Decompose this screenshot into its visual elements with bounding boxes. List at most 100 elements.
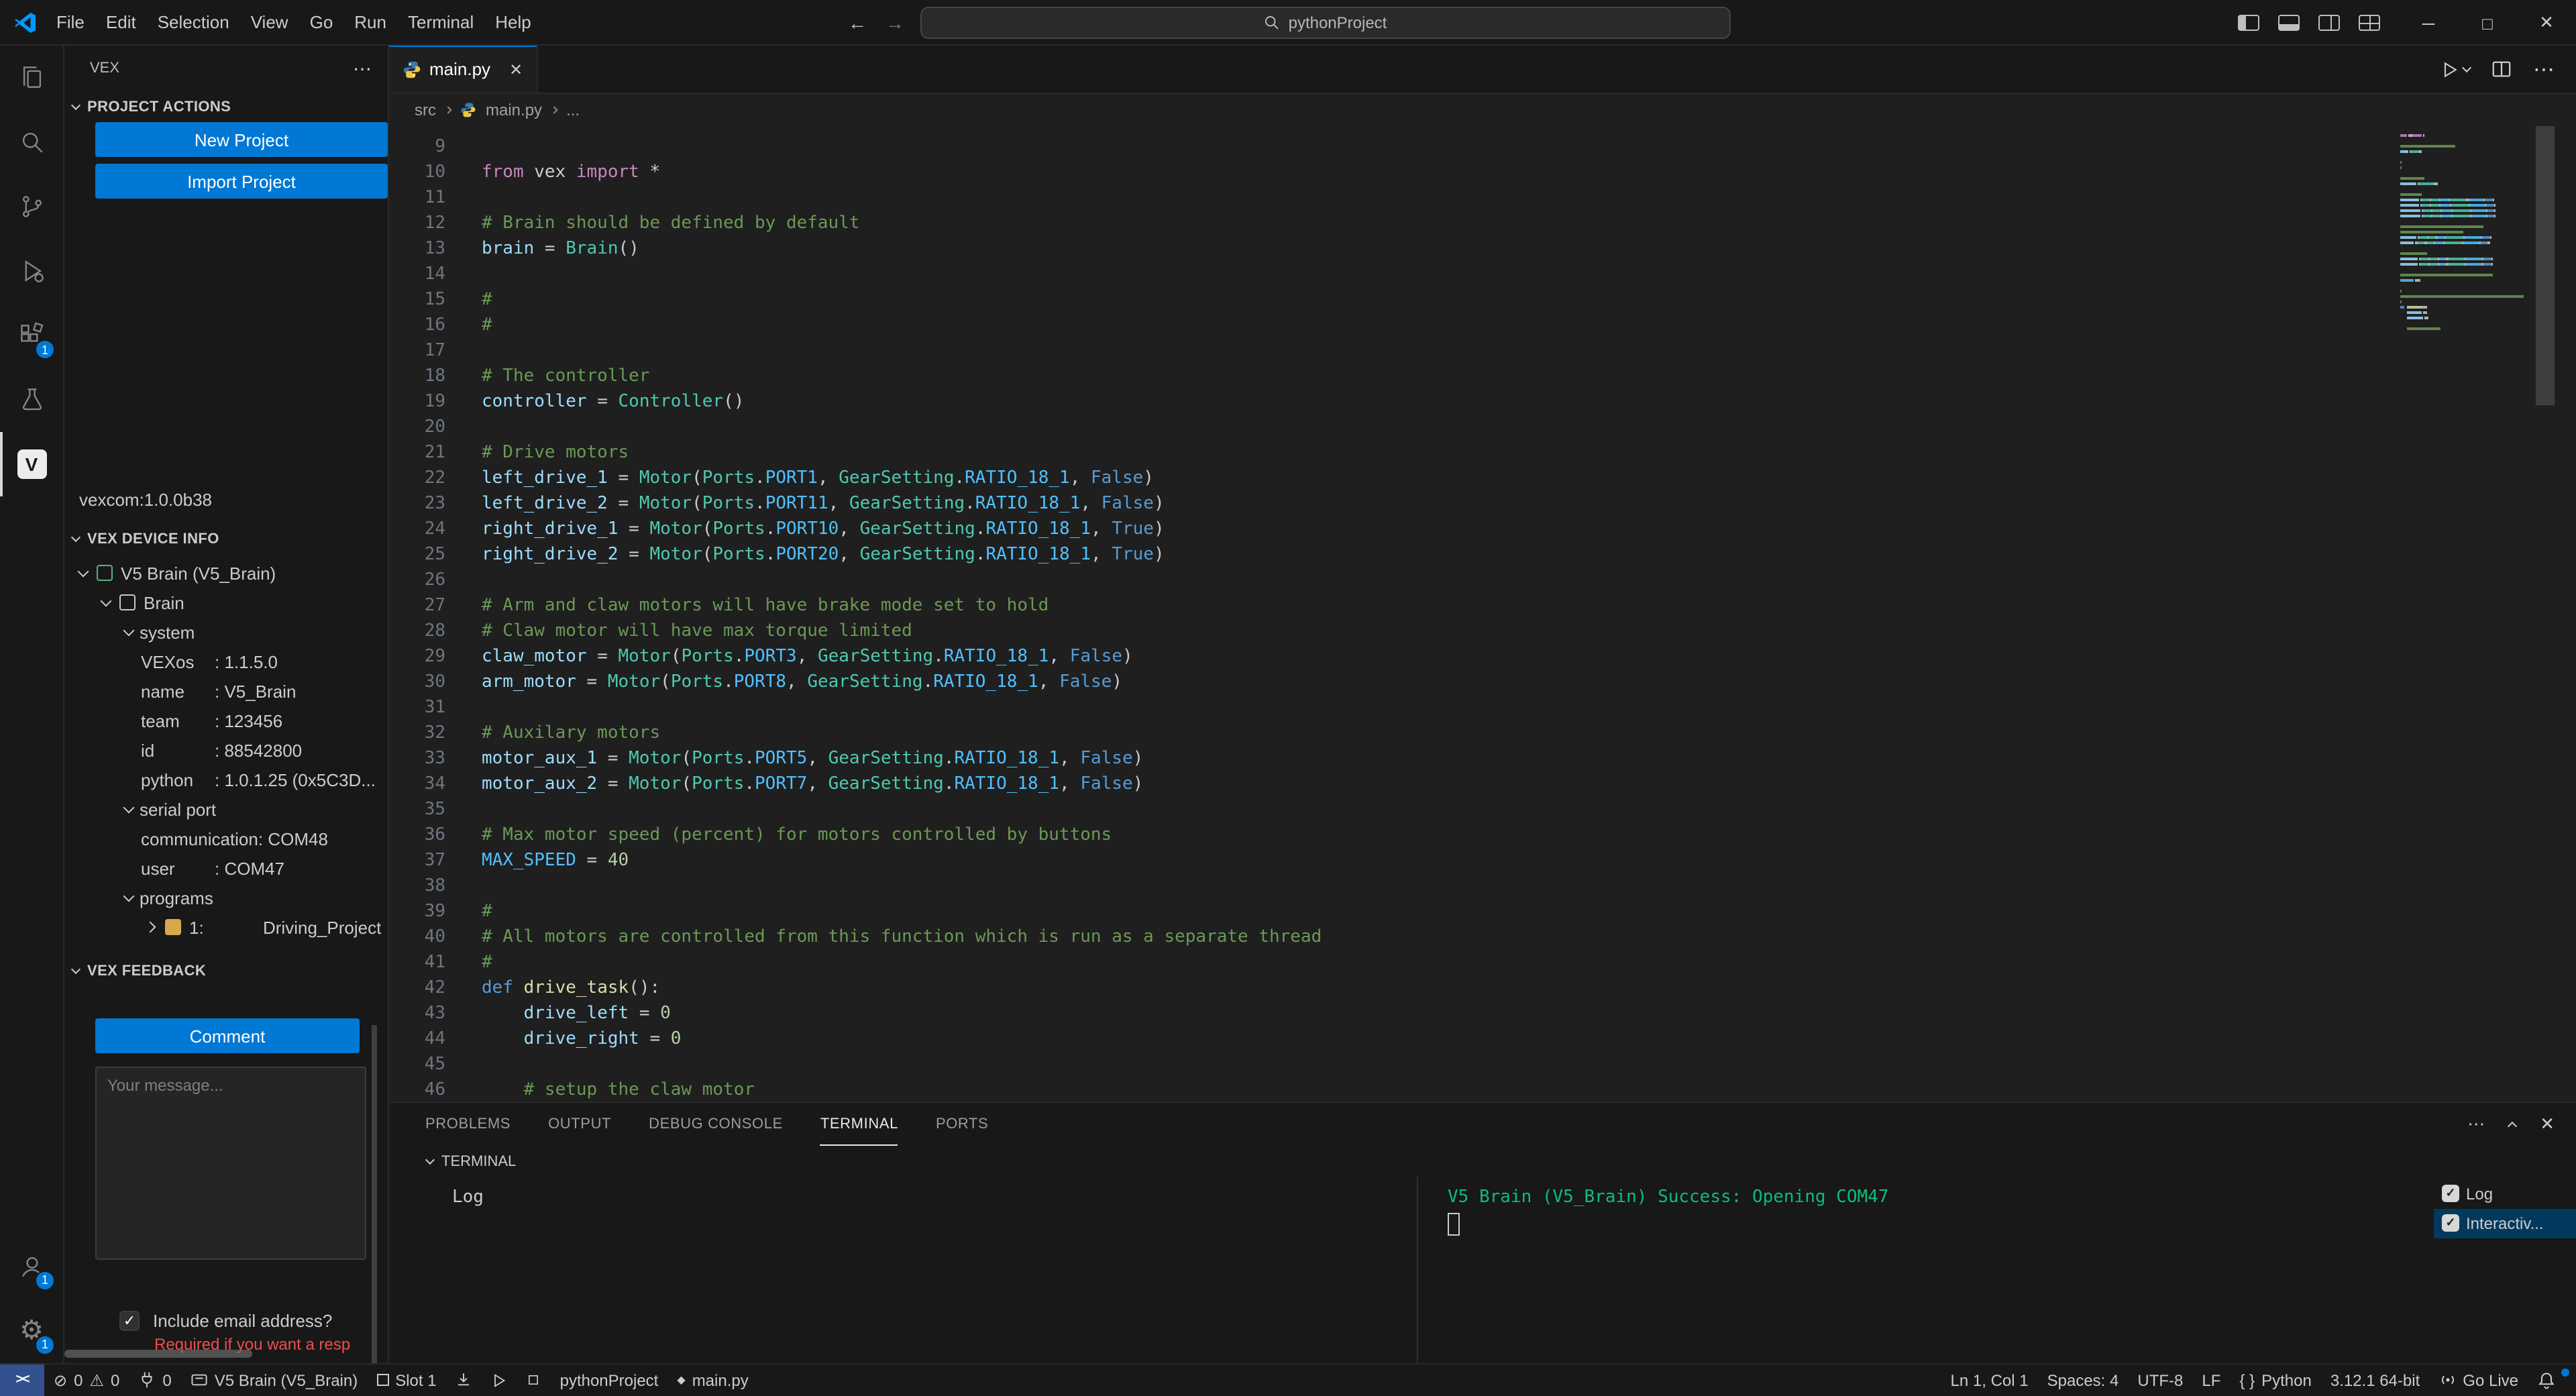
code-line[interactable]: 35 xyxy=(389,797,2388,822)
code-line[interactable]: 39# xyxy=(389,899,2388,924)
breadcrumb-file[interactable]: main.py xyxy=(486,101,542,119)
tree-item-1-0-1-25-0x5c3d[interactable]: python: 1.0.1.25 (0x5C3D... xyxy=(64,765,388,794)
code-line[interactable]: 26 xyxy=(389,568,2388,593)
menu-file[interactable]: File xyxy=(46,6,95,38)
menu-selection[interactable]: Selection xyxy=(147,6,240,38)
code-line[interactable]: 18# The controller xyxy=(389,364,2388,389)
split-editor-icon[interactable] xyxy=(2491,59,2512,79)
problems-status[interactable]: ⊘ 0 ⚠ 0 xyxy=(44,1364,129,1396)
menu-go[interactable]: Go xyxy=(299,6,344,38)
code-line[interactable]: 24right_drive_1 = Motor(Ports.PORT10, Ge… xyxy=(389,517,2388,542)
breadcrumb-src[interactable]: src xyxy=(415,101,436,119)
tree-item-serial-port[interactable]: serial port xyxy=(64,794,388,824)
tree-item-88542800[interactable]: id: 88542800 xyxy=(64,735,388,765)
terminal-pane-log[interactable]: Log xyxy=(389,1176,1417,1362)
language-mode-status[interactable]: { } Python xyxy=(2230,1371,2320,1389)
cursor-position-status[interactable]: Ln 1, Col 1 xyxy=(1941,1371,2038,1389)
vex-device-status[interactable]: V5 Brain (V5_Brain) xyxy=(181,1364,367,1396)
code-line[interactable]: 12# Brain should be defined by default xyxy=(389,211,2388,236)
code-line[interactable]: 38 xyxy=(389,873,2388,899)
more-actions-icon[interactable]: ⋯ xyxy=(2533,56,2555,83)
minimap[interactable] xyxy=(2400,127,2530,331)
code-line[interactable]: 31 xyxy=(389,695,2388,720)
back-icon[interactable]: ← xyxy=(848,12,867,34)
code-line[interactable]: 22left_drive_1 = Motor(Ports.PORT1, Gear… xyxy=(389,466,2388,491)
panel-tab-problems[interactable]: PROBLEMS xyxy=(425,1104,511,1145)
minimize-button[interactable]: ─ xyxy=(2399,0,2458,46)
code-line[interactable]: 37MAX_SPEED = 40 xyxy=(389,848,2388,873)
settings-button[interactable]: ⚙ 1 xyxy=(0,1298,63,1362)
tree-item-brain[interactable]: Brain xyxy=(64,588,388,617)
tree-item-driving-project[interactable]: 1:Driving_Project xyxy=(64,912,388,942)
more-actions-icon[interactable]: ⋯ xyxy=(353,57,372,80)
sidebar-item-search[interactable] xyxy=(0,110,63,174)
code-line[interactable]: 45 xyxy=(389,1052,2388,1077)
customize-layout-icon[interactable] xyxy=(2359,15,2380,31)
panel-tab-output[interactable]: OUTPUT xyxy=(548,1104,611,1145)
slot-status[interactable]: Slot 1 xyxy=(367,1364,445,1396)
code-line[interactable]: 9 xyxy=(389,134,2388,160)
tree-item-com48[interactable]: communication: COM48 xyxy=(64,824,388,853)
section-vex-feedback[interactable]: VEX FEEDBACK xyxy=(64,955,388,986)
code-line[interactable]: 25right_drive_2 = Motor(Ports.PORT20, Ge… xyxy=(389,542,2388,568)
sidebar-item-extensions[interactable]: 1 xyxy=(0,303,63,368)
code-editor[interactable]: 910from vex import *1112# Brain should b… xyxy=(389,126,2576,1101)
new-project-button[interactable]: New Project xyxy=(95,122,388,157)
section-vex-device-info[interactable]: VEX DEVICE INFO xyxy=(64,523,388,554)
terminal-list-item-log[interactable]: ✓Log xyxy=(2434,1179,2576,1208)
more-actions-icon[interactable]: ⋯ xyxy=(2467,1114,2485,1135)
panel-tab-ports[interactable]: PORTS xyxy=(936,1104,988,1145)
forward-icon[interactable]: → xyxy=(885,12,904,34)
sidebar-item-testing[interactable] xyxy=(0,368,63,432)
tab-main-py[interactable]: main.py ✕ xyxy=(389,46,537,93)
sidebar-item-source-control[interactable] xyxy=(0,174,63,239)
code-line[interactable]: 33motor_aux_1 = Motor(Ports.PORT5, GearS… xyxy=(389,746,2388,771)
command-center-search[interactable]: pythonProject xyxy=(920,7,1731,39)
tree-item-1-1-5-0[interactable]: VEXos: 1.1.5.0 xyxy=(64,647,388,676)
remote-indicator[interactable]: >< xyxy=(0,1364,44,1396)
code-line[interactable]: 43 drive_left = 0 xyxy=(389,1001,2388,1026)
maximize-panel-icon[interactable] xyxy=(2508,1122,2517,1131)
feedback-message-input[interactable] xyxy=(95,1067,366,1260)
notifications-button[interactable] xyxy=(2528,1371,2565,1389)
menu-view[interactable]: View xyxy=(240,6,299,38)
tree-item-v5-brain[interactable]: name: V5_Brain xyxy=(64,676,388,706)
tree-item-system[interactable]: system xyxy=(64,617,388,647)
ports-status[interactable]: 0 xyxy=(129,1364,180,1396)
go-live-status[interactable]: Go Live xyxy=(2429,1371,2528,1389)
active-file-status[interactable]: ◆ main.py xyxy=(667,1364,757,1396)
code-line[interactable]: 15# xyxy=(389,287,2388,313)
import-project-button[interactable]: Import Project xyxy=(95,164,388,199)
close-icon[interactable]: ✕ xyxy=(509,60,523,78)
panel-tab-terminal[interactable]: TERMINAL xyxy=(820,1104,898,1145)
code-line[interactable]: 23left_drive_2 = Motor(Ports.PORT11, Gea… xyxy=(389,491,2388,517)
eol-status[interactable]: LF xyxy=(2192,1371,2230,1389)
code-line[interactable]: 36# Max motor speed (percent) for motors… xyxy=(389,822,2388,848)
code-line[interactable]: 13brain = Brain() xyxy=(389,236,2388,262)
python-interpreter-status[interactable]: 3.12.1 64-bit xyxy=(2321,1371,2429,1389)
code-line[interactable]: 41# xyxy=(389,950,2388,975)
close-panel-icon[interactable]: ✕ xyxy=(2540,1114,2555,1135)
menu-run[interactable]: Run xyxy=(343,6,397,38)
run-program-button[interactable] xyxy=(482,1364,517,1396)
code-line[interactable]: 28# Claw motor will have max torque limi… xyxy=(389,619,2388,644)
project-name-status[interactable]: pythonProject xyxy=(551,1364,668,1396)
encoding-status[interactable]: UTF-8 xyxy=(2128,1371,2192,1389)
code-line[interactable]: 44 drive_right = 0 xyxy=(389,1026,2388,1052)
tree-item-v5-brain-v5-brain[interactable]: V5 Brain (V5_Brain) xyxy=(64,558,388,588)
code-line[interactable]: 30arm_motor = Motor(Ports.PORT8, GearSet… xyxy=(389,669,2388,695)
indentation-status[interactable]: Spaces: 4 xyxy=(2038,1371,2129,1389)
stop-program-button[interactable] xyxy=(517,1364,551,1396)
code-line[interactable]: 34motor_aux_2 = Motor(Ports.PORT7, GearS… xyxy=(389,771,2388,797)
sidebar-item-explorer[interactable] xyxy=(0,46,63,110)
tree-item-programs[interactable]: programs xyxy=(64,883,388,912)
code-line[interactable]: 29claw_motor = Motor(Ports.PORT3, GearSe… xyxy=(389,644,2388,669)
code-line[interactable]: 10from vex import * xyxy=(389,160,2388,185)
code-line[interactable]: 21# Drive motors xyxy=(389,440,2388,466)
panel-tab-debug-console[interactable]: DEBUG CONSOLE xyxy=(649,1104,783,1145)
code-line[interactable]: 16# xyxy=(389,313,2388,338)
code-line[interactable]: 40# All motors are controlled from this … xyxy=(389,924,2388,950)
code-line[interactable]: 11 xyxy=(389,185,2388,211)
sidebar-vertical-scrollbar[interactable] xyxy=(372,1025,377,1362)
menu-help[interactable]: Help xyxy=(484,6,542,38)
